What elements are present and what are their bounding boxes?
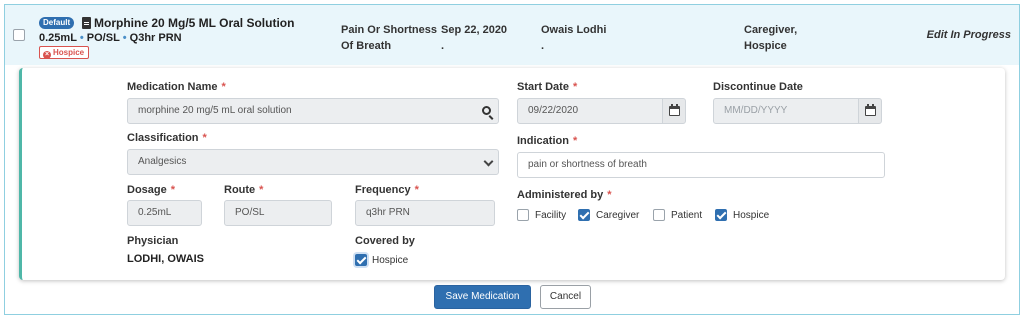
row-admin-line2: Hospice <box>744 40 787 52</box>
bullet-dot: • <box>79 32 84 44</box>
row-physician-sub: . <box>541 40 545 52</box>
row-indication: Pain Or Shortness Of Breath <box>341 22 437 54</box>
indication-label: Indication * <box>517 135 577 147</box>
row-physician: Owais Lodhi . <box>541 22 606 54</box>
medication-name-value: morphine 20 mg/5 mL oral solution <box>138 105 292 116</box>
medication-name-label-text: Medication Name <box>127 81 218 93</box>
administered-hospice-label: Hospice <box>733 210 770 221</box>
discontinue-date-label: Discontinue Date <box>713 81 803 93</box>
dosage-value: 0.25mL <box>138 207 172 218</box>
row-select-checkbox[interactable] <box>13 29 25 41</box>
discontinue-date-input[interactable]: MM/DD/YYYY <box>713 98 859 124</box>
summary-frequency: Q3hr PRN <box>129 32 182 44</box>
administered-by-label: Administered by * <box>517 189 611 201</box>
start-date-label: Start Date * <box>517 81 577 93</box>
administered-facility-label: Facility <box>535 210 567 221</box>
discontinue-date-calendar-button[interactable] <box>858 98 882 124</box>
dosage-label-text: Dosage <box>127 184 167 196</box>
physician-label: Physician <box>127 235 179 247</box>
classification-label: Classification * <box>127 132 207 144</box>
hospice-tag-label: Hospice <box>53 48 85 57</box>
medication-name-input[interactable]: morphine 20 mg/5 mL oral solution <box>127 98 499 124</box>
close-circle-icon: × <box>43 51 51 59</box>
required-mark: * <box>414 184 419 196</box>
start-date-value: 09/22/2020 <box>528 105 579 116</box>
covered-by-label: Covered by <box>355 235 415 247</box>
hospice-tag: × Hospice <box>39 46 90 59</box>
indication-label-text: Indication <box>517 135 569 147</box>
calendar-icon <box>865 104 876 116</box>
classification-select[interactable]: Analgesics <box>127 149 499 175</box>
required-mark: * <box>221 81 226 93</box>
discontinue-date-placeholder: MM/DD/YYYY <box>724 105 788 116</box>
route-input[interactable]: PO/SL <box>224 200 332 226</box>
indication-input[interactable]: pain or shortness of breath <box>517 152 885 178</box>
bullet-dot: • <box>122 32 127 44</box>
administered-caregiver-label: Caregiver <box>596 210 640 221</box>
frequency-value: q3hr PRN <box>366 207 410 218</box>
summary-dose: 0.25mL <box>39 32 77 44</box>
administered-hospice-checkbox[interactable] <box>715 209 727 221</box>
dosage-label: Dosage * <box>127 184 175 196</box>
covered-hospice-label: Hospice <box>372 255 409 266</box>
administered-facility-checkbox[interactable] <box>517 209 529 221</box>
required-mark: * <box>259 184 264 196</box>
medication-edit-form: Medication Name * morphine 20 mg/5 mL ora… <box>19 68 1005 280</box>
document-icon <box>82 17 91 29</box>
classification-value: Analgesics <box>138 156 187 167</box>
chevron-down-icon <box>483 156 494 167</box>
row-indication-line1: Pain Or Shortness <box>341 24 437 36</box>
row-date: Sep 22, 2020 . <box>441 22 507 54</box>
frequency-input[interactable]: q3hr PRN <box>355 200 495 226</box>
physician-name: LODHI, OWAIS <box>127 253 204 265</box>
medication-name-label: Medication Name * <box>127 81 226 93</box>
start-date-label-text: Start Date <box>517 81 569 93</box>
dosage-input[interactable]: 0.25mL <box>127 200 202 226</box>
start-date-calendar-button[interactable] <box>662 98 686 124</box>
default-badge: Default <box>39 17 75 29</box>
save-medication-button[interactable]: Save Medication <box>434 285 531 309</box>
indication-value: pain or shortness of breath <box>528 159 647 170</box>
required-mark: * <box>572 135 578 147</box>
classification-label-text: Classification <box>127 132 199 144</box>
medication-title: Morphine 20 Mg/5 ML Oral Solution <box>94 16 295 30</box>
row-indication-line2: Of Breath <box>341 40 392 52</box>
calendar-icon <box>669 104 680 116</box>
summary-route: PO/SL <box>86 32 120 44</box>
frequency-label-text: Frequency <box>355 184 411 196</box>
row-administered-by: Caregiver, Hospice <box>744 22 797 54</box>
row-date-value: Sep 22, 2020 <box>441 24 508 36</box>
administered-patient-label: Patient <box>671 210 703 221</box>
row-physician-value: Owais Lodhi <box>541 24 607 36</box>
row-date-sub: . <box>441 40 445 52</box>
search-icon[interactable] <box>482 106 491 115</box>
covered-hospice-checkbox[interactable] <box>355 254 367 266</box>
frequency-label: Frequency * <box>355 184 419 196</box>
required-mark: * <box>170 184 176 196</box>
administered-by-label-text: Administered by <box>517 189 604 201</box>
required-mark: * <box>202 132 207 144</box>
administered-patient-checkbox[interactable] <box>653 209 665 221</box>
administered-caregiver-checkbox[interactable] <box>578 209 590 221</box>
medication-row-container: Default Morphine 20 Mg/5 ML Oral Solutio… <box>4 4 1020 315</box>
route-value: PO/SL <box>235 207 265 218</box>
medication-summary: 0.25mL • PO/SL • Q3hr PRN <box>39 32 182 44</box>
required-mark: * <box>607 189 612 201</box>
start-date-input[interactable]: 09/22/2020 <box>517 98 663 124</box>
route-label-text: Route <box>224 184 256 196</box>
row-admin-line1: Caregiver, <box>744 24 798 36</box>
status-text: Edit In Progress <box>926 29 1011 41</box>
route-label: Route * <box>224 184 263 196</box>
required-mark: * <box>572 81 578 93</box>
medication-row-header[interactable]: Default Morphine 20 Mg/5 ML Oral Solutio… <box>5 5 1019 65</box>
cancel-button[interactable]: Cancel <box>540 285 591 309</box>
